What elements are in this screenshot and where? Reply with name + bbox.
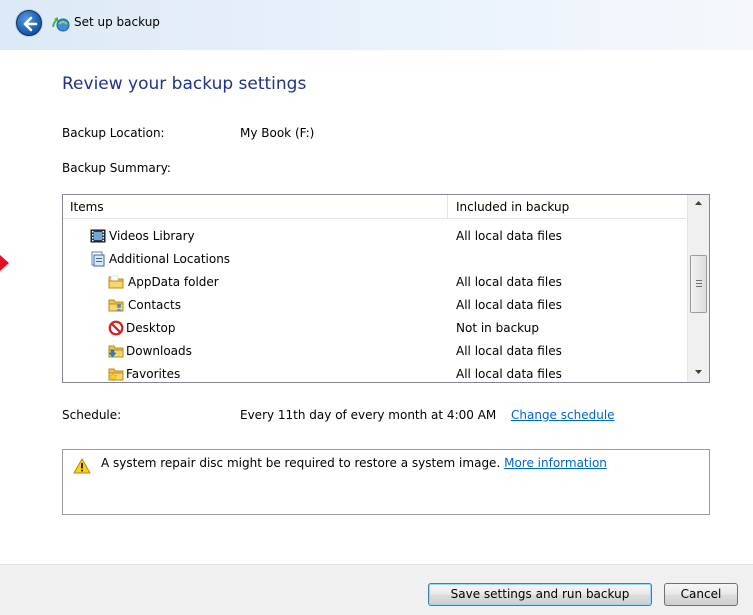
title-bar: Set up backup: [0, 0, 753, 50]
list-item[interactable]: Desktop Not in backup: [63, 317, 686, 340]
scroll-down-button[interactable]: [688, 363, 709, 380]
list-header: Items Included in backup: [63, 195, 686, 219]
scroll-thumb[interactable]: [690, 255, 707, 313]
favorites-folder-icon: [108, 368, 124, 381]
grip-line: [696, 286, 702, 287]
schedule-value: Every 11th day of every month at 4:00 AM: [240, 408, 497, 422]
schedule-label: Schedule:: [62, 408, 122, 422]
list-scrollbar[interactable]: [687, 195, 709, 382]
downloads-folder-icon: [108, 345, 124, 358]
backup-location-label: Backup Location:: [62, 126, 165, 140]
additional-locations-icon: [91, 251, 105, 267]
list-item[interactable]: Videos Library All local data files: [63, 225, 686, 248]
item-name: Videos Library: [109, 229, 195, 243]
column-header-items[interactable]: Items: [70, 200, 104, 214]
change-schedule-link[interactable]: Change schedule: [511, 408, 615, 422]
caret-down-icon: [695, 370, 702, 374]
cancel-button[interactable]: Cancel: [664, 583, 738, 606]
item-inclusion: All local data files: [456, 275, 562, 289]
page-heading: Review your backup settings: [62, 74, 307, 94]
backup-location-value: My Book (F:): [240, 126, 315, 140]
item-name: Downloads: [126, 344, 192, 358]
item-inclusion: Not in backup: [456, 321, 539, 335]
not-included-icon: [108, 320, 124, 336]
caret-up-icon: [695, 201, 702, 205]
more-information-link[interactable]: More information: [504, 456, 607, 470]
item-name: Favorites: [126, 367, 181, 381]
list-item[interactable]: Additional Locations: [63, 248, 686, 271]
item-name: AppData folder: [128, 275, 219, 289]
item-name: Desktop: [126, 321, 176, 335]
info-text: A system repair disc might be required t…: [101, 456, 501, 470]
back-button[interactable]: [16, 10, 42, 36]
back-arrow-icon: [23, 16, 38, 32]
save-and-run-backup-button[interactable]: Save settings and run backup: [428, 583, 652, 606]
item-name: Additional Locations: [109, 252, 231, 266]
list-item[interactable]: Downloads All local data files: [63, 340, 686, 363]
item-inclusion: All local data files: [456, 298, 562, 312]
column-header-included[interactable]: Included in backup: [456, 200, 569, 214]
info-message: A system repair disc might be required t…: [101, 456, 607, 470]
contacts-folder-icon: [108, 299, 124, 312]
folder-icon: [108, 275, 124, 289]
video-library-icon: [90, 229, 106, 243]
item-inclusion: All local data files: [456, 367, 562, 381]
scroll-up-button[interactable]: [688, 195, 709, 212]
item-inclusion: All local data files: [456, 229, 562, 243]
backup-app-icon: [52, 17, 70, 32]
list-item[interactable]: AppData folder All local data files: [63, 271, 686, 294]
grip-line: [696, 283, 702, 284]
backup-summary-list[interactable]: Items Included in backup Videos Library …: [62, 194, 710, 383]
list-item[interactable]: Contacts All local data files: [63, 294, 686, 317]
item-name: Contacts: [128, 298, 181, 312]
window-title: Set up backup: [74, 15, 160, 29]
footer-bar: Save settings and run backup Cancel: [0, 564, 753, 615]
column-divider[interactable]: [447, 195, 448, 219]
backup-summary-label: Backup Summary:: [62, 161, 171, 175]
info-message-box: A system repair disc might be required t…: [62, 449, 710, 515]
red-pointer-marker: [0, 255, 9, 271]
list-item[interactable]: Favorites All local data files: [63, 363, 686, 382]
warning-icon: [73, 458, 91, 474]
grip-line: [696, 280, 702, 281]
item-inclusion: All local data files: [456, 344, 562, 358]
